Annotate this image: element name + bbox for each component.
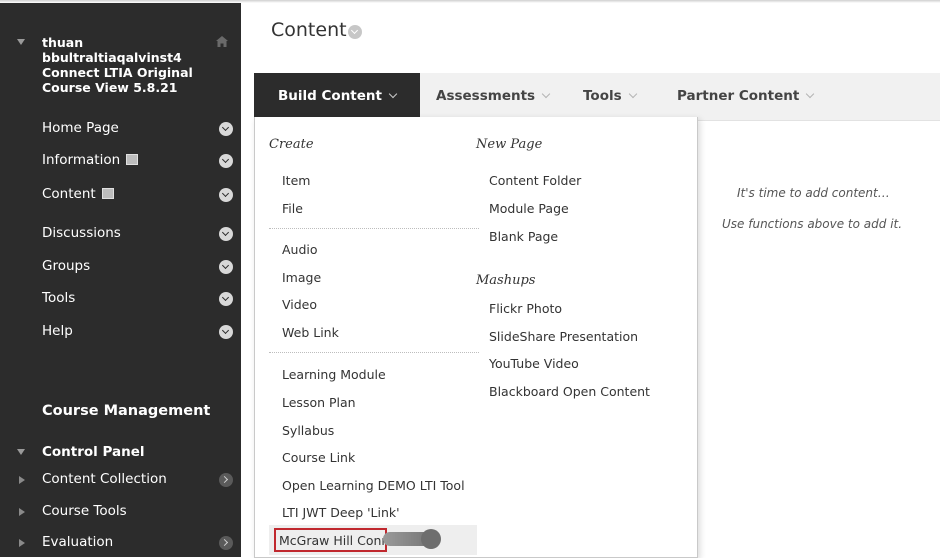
home-icon[interactable] [216, 36, 228, 47]
chevron-down-icon[interactable] [219, 292, 233, 306]
page-icon [126, 154, 139, 165]
control-panel-label: Control Panel [42, 444, 145, 460]
chevron-down-icon[interactable] [219, 188, 233, 202]
arrow-right-icon[interactable] [219, 473, 233, 487]
course-menu-sidebar: thuan bbultraltiaqalvinst4 Connect LTIA … [0, 3, 241, 557]
highlight-outline [274, 528, 387, 552]
page-title: Content [271, 19, 347, 41]
sidebar-item-label: Groups [42, 258, 91, 274]
menu-item-file[interactable]: File [282, 201, 303, 216]
menu-item-blank-page[interactable]: Blank Page [489, 229, 558, 244]
menu-separator [269, 228, 479, 229]
expand-triangle-icon [19, 508, 25, 516]
empty-state-hint: Use functions above to add it. [722, 217, 903, 231]
menu-item-slideshare-presentation[interactable]: SlideShare Presentation [489, 329, 638, 344]
sidebar-item-help[interactable]: Help [0, 316, 241, 348]
course-header: thuan bbultraltiaqalvinst4 Connect LTIA … [0, 3, 241, 113]
menu-item-content-folder[interactable]: Content Folder [489, 173, 581, 188]
expand-triangle-icon [19, 476, 25, 484]
chevron-down-icon[interactable] [219, 227, 233, 241]
sidebar-item-tools[interactable]: Tools [0, 283, 241, 315]
assessments-button[interactable]: Assessments [420, 73, 567, 120]
chevron-down-icon [806, 89, 815, 99]
menu-item-module-page[interactable]: Module Page [489, 201, 569, 216]
menu-separator [269, 352, 479, 353]
new-page-heading: New Page [476, 137, 543, 152]
chevron-down-icon[interactable] [219, 154, 233, 168]
arrow-right-icon[interactable] [219, 536, 233, 550]
menu-item-flickr-photo[interactable]: Flickr Photo [489, 301, 562, 316]
panel-item-course-tools[interactable]: Course Tools [0, 497, 241, 527]
chevron-down-icon [388, 89, 398, 99]
sidebar-item-label: Home Page [42, 120, 119, 136]
menu-item-youtube-video[interactable]: YouTube Video [489, 356, 579, 371]
menu-item-course-link[interactable]: Course Link [282, 450, 355, 465]
create-heading: Create [269, 137, 314, 152]
build-content-button[interactable]: Build Content [254, 73, 420, 120]
menu-item-syllabus[interactable]: Syllabus [282, 423, 334, 438]
menu-item-video[interactable]: Video [282, 297, 317, 312]
sidebar-item-label: Information [42, 152, 121, 168]
sidebar-item-discussions[interactable]: Discussions [0, 218, 241, 250]
sidebar-item-groups[interactable]: Groups [0, 251, 241, 283]
menu-item-learning-module[interactable]: Learning Module [282, 367, 386, 382]
tools-button[interactable]: Tools [567, 73, 659, 120]
sidebar-item-information[interactable]: Information [0, 145, 241, 177]
page-icon [101, 188, 114, 199]
sidebar-item-label: Content [42, 186, 96, 202]
collapse-triangle-icon [17, 449, 25, 455]
empty-state-message: It's time to add content… [737, 186, 890, 200]
chevron-down-icon [541, 89, 551, 99]
partner-content-button[interactable]: Partner Content [659, 73, 839, 120]
course-management-heading: Course Management [42, 403, 211, 419]
menu-item-lesson-plan[interactable]: Lesson Plan [282, 395, 356, 410]
menu-item-blackboard-open-content[interactable]: Blackboard Open Content [489, 384, 650, 399]
sidebar-item-label: Tools [42, 290, 76, 306]
menu-item-audio[interactable]: Audio [282, 242, 318, 257]
sidebar-item-label: Help [42, 323, 73, 339]
tools-label: Tools [583, 88, 622, 104]
sidebar-item-label: Discussions [42, 225, 121, 241]
action-bar: Build Content Assessments Tools Partner … [254, 73, 940, 121]
menu-item-open-learning-demo-lti-tool[interactable]: Open Learning DEMO LTI Tool [282, 478, 465, 493]
menu-item-image[interactable]: Image [282, 270, 321, 285]
partner-content-label: Partner Content [677, 88, 800, 104]
sidebar-item-content[interactable]: Content [0, 179, 241, 211]
expand-triangle-icon [19, 539, 25, 547]
panel-item-label: Evaluation [42, 534, 114, 550]
chevron-down-icon[interactable] [219, 122, 233, 136]
sidebar-item-home-page[interactable]: Home Page [0, 113, 241, 145]
chevron-down-icon[interactable] [219, 260, 233, 274]
mashups-heading: Mashups [476, 273, 536, 288]
collapse-triangle-icon[interactable] [17, 39, 25, 45]
chevron-down-icon[interactable] [348, 25, 362, 39]
build-content-menu: Create Item File Audio Image Video Web L… [254, 117, 698, 558]
panel-item-label: Course Tools [42, 503, 127, 519]
menu-item-item[interactable]: Item [282, 173, 310, 188]
chevron-down-icon [628, 89, 637, 99]
menu-item-lti-jwt-deep-link[interactable]: LTI JWT Deep 'Link' [282, 505, 400, 520]
assessments-label: Assessments [436, 88, 536, 104]
drag-cursor-icon [383, 529, 441, 549]
panel-item-label: Content Collection [42, 471, 167, 487]
course-title[interactable]: thuan bbultraltiaqalvinst4 Connect LTIA … [42, 35, 202, 95]
menu-item-web-link[interactable]: Web Link [282, 325, 339, 340]
chevron-down-icon[interactable] [219, 325, 233, 339]
control-panel-toggle[interactable]: Control Panel [0, 439, 241, 465]
build-content-label: Build Content [278, 88, 382, 104]
panel-item-content-collection[interactable]: Content Collection [0, 465, 241, 495]
panel-item-evaluation[interactable]: Evaluation [0, 528, 241, 558]
